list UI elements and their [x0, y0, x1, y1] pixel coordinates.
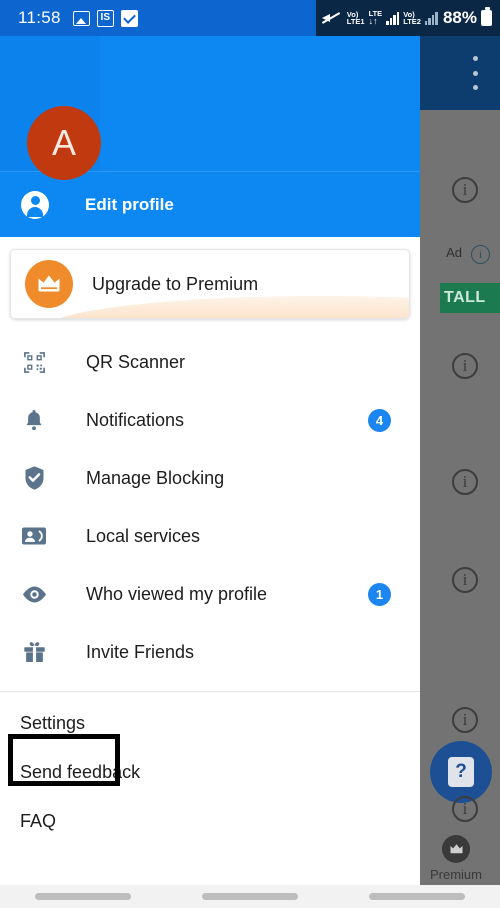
contact-card-icon: [19, 525, 49, 547]
upgrade-to-premium-card[interactable]: Upgrade to Premium: [10, 249, 410, 319]
menu-item-faq[interactable]: FAQ: [0, 797, 420, 846]
install-button[interactable]: TALL: [440, 283, 500, 313]
drawer-divider: [0, 691, 420, 692]
drawer-menu-list: QR Scanner Notifications 4 Manage Blocki…: [0, 333, 420, 681]
menu-item-label: Invite Friends: [86, 641, 195, 662]
recents-button[interactable]: [35, 893, 132, 900]
sim2-network-label: LTE2: [403, 17, 421, 26]
checkbox-icon: [120, 9, 138, 27]
home-button[interactable]: [201, 893, 298, 900]
help-icon: ?: [448, 757, 474, 787]
is-badge-icon: IS: [96, 9, 114, 27]
status-bar: 11:58 IS Vo) LTE1 LTE ↓↑ Vo) LTE2 88%: [0, 0, 500, 36]
menu-item-invite-friends[interactable]: Invite Friends: [0, 623, 420, 681]
eye-icon: [19, 585, 49, 604]
menu-item-label: QR Scanner: [86, 351, 186, 372]
menu-item-notifications[interactable]: Notifications 4: [0, 391, 420, 449]
premium-tab-label: Premium: [429, 867, 482, 882]
info-icon[interactable]: i: [452, 177, 478, 203]
sim2-indicator: Vo) LTE2: [403, 10, 421, 26]
premium-tab[interactable]: Premium: [416, 835, 496, 882]
battery-percent: 88%: [442, 8, 477, 27]
gift-icon: [19, 640, 49, 664]
bell-icon: [19, 408, 49, 433]
info-icon[interactable]: i: [452, 796, 478, 822]
ad-info-icon[interactable]: i: [471, 245, 490, 264]
system-navigation-bar: [0, 885, 500, 908]
data-arrows-icon: ↓↑: [368, 16, 378, 27]
menu-item-label: Notifications: [86, 409, 185, 430]
menu-item-manage-blocking[interactable]: Manage Blocking: [0, 449, 420, 507]
status-time: 11:58: [18, 8, 61, 27]
profile-views-badge: 1: [368, 582, 391, 606]
ad-label: Ad: [446, 245, 462, 260]
edit-profile-button[interactable]: Edit profile: [0, 171, 420, 237]
crown-icon: [442, 835, 470, 863]
sim1-network-label: LTE1: [346, 17, 365, 26]
info-icon[interactable]: i: [452, 707, 478, 733]
status-notification-icons: IS: [72, 9, 138, 27]
battery-icon: [481, 7, 492, 26]
menu-item-label: Who viewed my profile: [86, 583, 268, 604]
notifications-badge: 4: [368, 408, 391, 432]
mute-icon: [321, 10, 340, 26]
data-indicator: LTE ↓↑: [369, 10, 383, 27]
navigation-drawer: A Edit profile Upgrade to Premium QR Sca…: [0, 36, 420, 885]
crown-icon: [25, 260, 73, 308]
signal-bars-sim2-icon: [424, 11, 438, 25]
menu-item-label: Local services: [86, 525, 201, 546]
menu-item-send-feedback[interactable]: Send feedback: [0, 748, 420, 797]
image-icon: [72, 10, 90, 26]
back-button[interactable]: [368, 893, 465, 900]
menu-item-local-services[interactable]: Local services: [0, 507, 420, 565]
sim1-indicator: Vo) LTE1: [346, 10, 365, 26]
info-icon[interactable]: i: [452, 567, 478, 593]
avatar[interactable]: A: [27, 106, 101, 180]
menu-item-settings[interactable]: Settings: [0, 699, 420, 748]
menu-item-qr-scanner[interactable]: QR Scanner: [0, 333, 420, 391]
account-circle-icon: [21, 190, 49, 219]
info-icon[interactable]: i: [452, 353, 478, 379]
help-fab-button[interactable]: ?: [430, 741, 492, 803]
status-system-icons: Vo) LTE1 LTE ↓↑ Vo) LTE2 88%: [315, 0, 500, 36]
upgrade-to-premium-label: Upgrade to Premium: [92, 273, 259, 294]
qr-code-icon: [19, 350, 49, 375]
menu-item-who-viewed-my-profile[interactable]: Who viewed my profile 1: [0, 565, 420, 623]
drawer-header: A: [0, 36, 420, 180]
info-icon[interactable]: i: [452, 469, 478, 495]
more-vert-icon[interactable]: [472, 56, 478, 90]
shield-check-icon: [19, 465, 49, 491]
menu-item-label: Manage Blocking: [86, 467, 225, 488]
edit-profile-label: Edit profile: [85, 194, 174, 214]
signal-bars-sim1-icon: [386, 11, 400, 25]
